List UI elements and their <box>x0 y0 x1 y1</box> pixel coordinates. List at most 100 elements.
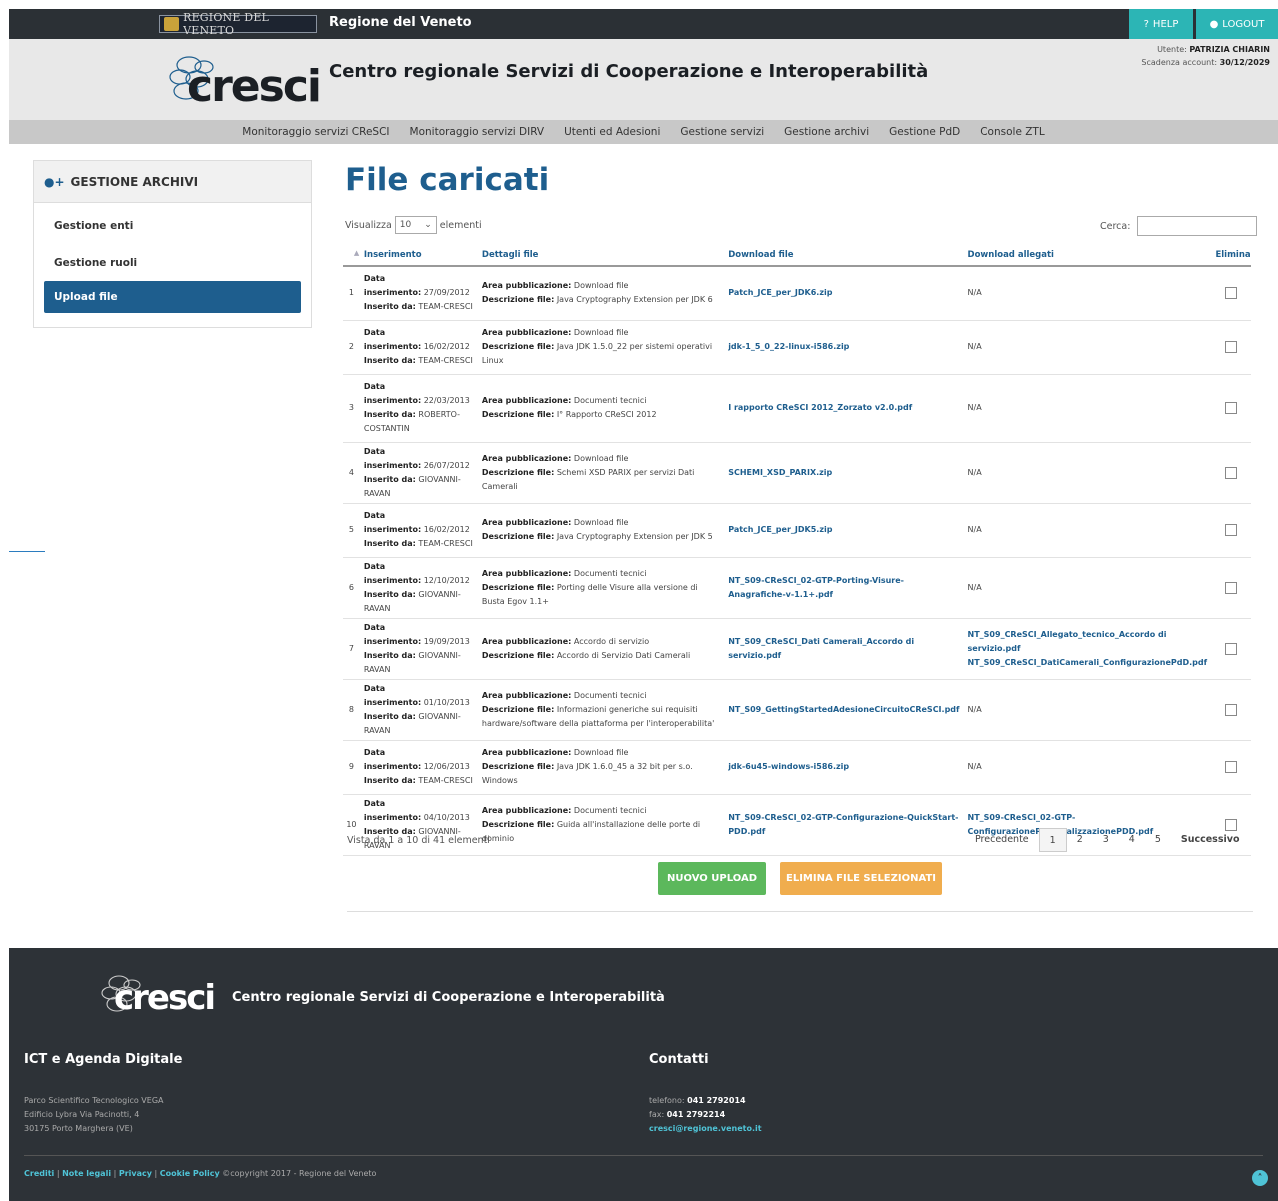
copyright: ©copyright 2017 - Regione del Veneto <box>222 1169 377 1178</box>
nav-item[interactable]: Monitoraggio servizi DIRV <box>400 126 555 138</box>
table-row: 2 Data inserimento: 16/02/2012 Inserito da:… <box>343 320 1251 375</box>
delete-checkbox[interactable] <box>1225 703 1238 716</box>
sidebar-item-upload-file[interactable]: Upload file <box>44 281 301 313</box>
nav-item[interactable]: Gestione archivi <box>774 126 879 138</box>
area-value: Download file <box>573 518 629 527</box>
label-inserito: Inserito da: <box>363 589 416 599</box>
label-inserito: Inserito da: <box>363 410 416 419</box>
pager-next[interactable]: Successivo <box>1171 828 1250 852</box>
row-index: 9 <box>343 740 360 795</box>
delete-checkbox[interactable] <box>1225 341 1238 353</box>
cell-elimina <box>1211 557 1251 619</box>
pager-previous[interactable]: Precedente <box>965 828 1039 852</box>
regione-veneto-logo[interactable]: REGIONE DEL VENETO <box>159 11 317 37</box>
label-inserimento: inserimento: <box>363 636 422 646</box>
nav-item[interactable]: Gestione PdD <box>879 126 970 138</box>
download-file-link[interactable]: Patch_JCE_per_JDK5.zip <box>724 503 964 558</box>
label-desc: Descrizione file: <box>481 467 555 477</box>
col-download-allegati[interactable]: Download allegati <box>963 244 1212 267</box>
col-elimina[interactable]: Elimina <box>1211 244 1251 267</box>
area-value: Documenti tecnici <box>573 690 647 700</box>
col-download-file[interactable]: Download file <box>724 244 964 267</box>
page-length-select[interactable]: 10 ⌄ <box>394 216 437 234</box>
label-data: Data <box>363 446 386 456</box>
label-desc: Descrizione file: <box>481 342 555 351</box>
download-file-link[interactable]: NT_S09-CReSCI_02-GTP-Porting-Visure-Anag… <box>724 557 964 619</box>
cell-dettagli: Area pubblicazione: Download file Descriz… <box>477 320 725 375</box>
nav-item[interactable]: Console ZTL <box>970 126 1054 138</box>
cell-elimina <box>1211 740 1251 795</box>
search-input[interactable] <box>1137 216 1258 236</box>
email-link[interactable]: cresci@regione.veneto.it <box>649 1122 762 1136</box>
label-desc: Descrizione file: <box>481 532 555 541</box>
col-inserimento[interactable]: ▲ Inserimento <box>354 244 478 267</box>
download-allegati: N/A <box>963 557 1212 619</box>
cell-elimina <box>1211 618 1251 680</box>
new-upload-button[interactable]: NUOVO UPLOAD <box>658 862 766 895</box>
col-dettagli[interactable]: Dettagli file <box>477 244 725 267</box>
insert-date: 22/03/2013 <box>423 396 470 405</box>
user-info: Utente: PATRIZIA CHIARIN Scadenza accoun… <box>1141 43 1270 69</box>
link-note-legali[interactable]: Note legali <box>62 1169 111 1178</box>
download-file-link[interactable]: SCHEMI_XSD_PARIX.zip <box>724 442 964 504</box>
header-title: Centro regionale Servizi di Cooperazione… <box>329 61 929 82</box>
insert-date: 16/02/2012 <box>423 342 470 351</box>
delete-selected-button[interactable]: ELIMINA FILE SELEZIONATI <box>780 862 942 895</box>
insert-by: TEAM-CRESCI <box>418 302 473 312</box>
download-file-link[interactable]: NT_S09-CReSCI_02-GTP-Configurazione-Quic… <box>724 794 964 856</box>
nav-item[interactable]: Gestione servizi <box>670 126 774 138</box>
cell-inserimento: Data inserimento: 26/07/2012 Inserito da: … <box>359 442 478 504</box>
download-allegati: N/A <box>963 740 1212 795</box>
download-file-link[interactable]: jdk-6u45-windows-i586.zip <box>724 740 964 795</box>
help-button[interactable]: ? HELP <box>1129 9 1193 39</box>
pager-page[interactable]: 3 <box>1093 828 1119 852</box>
label-inserito: Inserito da: <box>363 711 416 721</box>
sidebar-item-gestione-ruoli[interactable]: Gestione ruoli <box>34 244 311 281</box>
link-cookie-policy[interactable]: Cookie Policy <box>160 1169 220 1178</box>
delete-checkbox[interactable] <box>1225 524 1238 536</box>
download-file-link[interactable]: jdk-1_5_0_22-linux-i586.zip <box>724 320 964 375</box>
sidebar-item-gestione-enti[interactable]: Gestione enti <box>34 207 311 244</box>
sidebar-title: GESTIONE ARCHIVI <box>70 174 199 189</box>
link-crediti[interactable]: Crediti <box>24 1169 54 1178</box>
insert-by: TEAM-CRESCI <box>418 776 473 785</box>
pager-page[interactable]: 2 <box>1067 828 1093 852</box>
label-inserimento: inserimento: <box>363 288 422 298</box>
label-inserimento: inserimento: <box>363 525 422 534</box>
row-index: 3 <box>343 374 360 443</box>
download-file-link[interactable]: I rapporto CReSCI 2012_Zorzato v2.0.pdf <box>724 374 964 443</box>
insert-date: 12/06/2013 <box>423 762 470 771</box>
area-value: Documenti tecnici <box>573 396 647 405</box>
link-privacy[interactable]: Privacy <box>119 1169 152 1178</box>
table-row: 3 Data inserimento: 22/03/2013 Inserito da:… <box>343 374 1251 443</box>
address-line: Parco Scientifico Tecnologico VEGA <box>24 1096 164 1105</box>
label-data: Data <box>363 511 386 520</box>
delete-checkbox[interactable] <box>1225 581 1238 594</box>
pager-page-current[interactable]: 1 <box>1038 828 1067 852</box>
download-file-link[interactable]: NT_S09_GettingStartedAdesioneCircuitoCRe… <box>724 679 964 741</box>
delete-checkbox[interactable] <box>1225 466 1238 479</box>
pager-page[interactable]: 4 <box>1119 828 1145 852</box>
delete-checkbox[interactable] <box>1225 761 1238 773</box>
search-label: Cerca: <box>1100 220 1131 232</box>
phone-number: 041 2792014 <box>687 1096 746 1105</box>
desc-value: I° Rapporto CReSCI 2012 <box>556 410 657 419</box>
cell-dettagli: Area pubblicazione: Download file Descriz… <box>477 266 725 321</box>
row-index: 5 <box>343 503 360 558</box>
download-file-link[interactable]: NT_S09_CReSCI_Dati Camerali_Accordo di s… <box>724 618 964 680</box>
download-file-link[interactable]: Patch_JCE_per_JDK6.zip <box>724 266 964 321</box>
nav-item[interactable]: Utenti ed Adesioni <box>554 126 670 138</box>
table-row: 7 Data inserimento: 19/09/2013 Inserito da:… <box>343 618 1251 680</box>
label-area: Area pubblicazione: <box>481 636 572 646</box>
col-label: Download allegati <box>967 249 1054 260</box>
cell-inserimento: Data inserimento: 19/09/2013 Inserito da: … <box>359 618 478 680</box>
logout-button[interactable]: ● LOGOUT <box>1196 9 1278 39</box>
label-inserito: Inserito da: <box>363 776 416 785</box>
back-to-top-icon[interactable]: ˄ <box>1252 1170 1268 1186</box>
delete-checkbox[interactable] <box>1225 287 1238 300</box>
delete-checkbox[interactable] <box>1225 642 1238 655</box>
delete-checkbox[interactable] <box>1225 402 1238 414</box>
nav-item[interactable]: Monitoraggio servizi CReSCI <box>232 126 399 138</box>
row-index: 1 <box>343 266 360 321</box>
pager-page[interactable]: 5 <box>1145 828 1171 852</box>
